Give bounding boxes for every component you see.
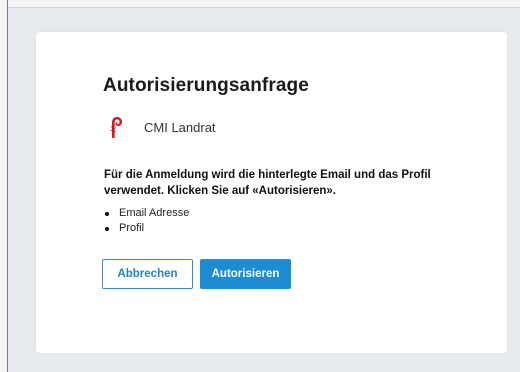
authorization-description: Für die Anmeldung wird die hinterlegte E…	[104, 169, 431, 197]
cancel-button[interactable]: Abbrechen	[102, 259, 193, 289]
scope-list: Email Adresse Profil	[104, 206, 189, 236]
window-frame-top	[0, 0, 520, 8]
authorization-card: Autorisierungsanfrage CMI Landrat Für di…	[36, 32, 507, 353]
scope-item-email: Email Adresse	[104, 206, 189, 221]
page-viewport: Autorisierungsanfrage CMI Landrat Für di…	[0, 0, 520, 372]
authorize-button[interactable]: Autorisieren	[200, 259, 291, 289]
page-title: Autorisierungsanfrage	[103, 75, 309, 96]
scope-item-profile: Profil	[104, 221, 189, 236]
basel-landschaft-crozier-icon	[110, 117, 122, 138]
client-name: CMI Landrat	[144, 119, 216, 135]
client-info: CMI Landrat	[106, 115, 216, 139]
window-frame-left	[0, 0, 8, 372]
